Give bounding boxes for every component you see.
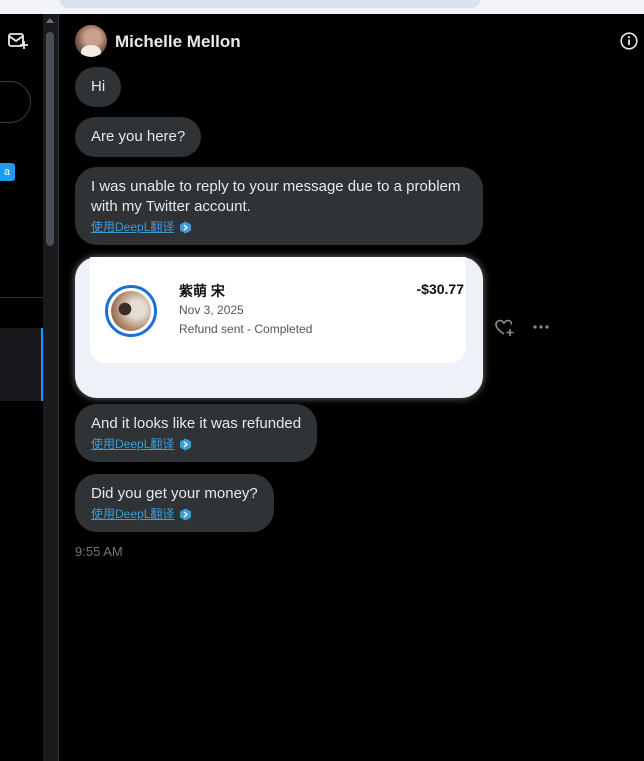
contact-name[interactable]: Michelle Mellon — [115, 32, 241, 52]
browser-tab[interactable] — [60, 0, 480, 8]
payment-recipient-name: 紫萌 宋 — [179, 283, 225, 299]
divider — [0, 297, 43, 298]
scroll-up-arrow[interactable] — [46, 18, 54, 23]
payment-amount: -$30.77 — [416, 281, 464, 297]
status-badge: a — [0, 163, 15, 181]
message-text: Hi — [91, 78, 106, 95]
conversation-list-panel: a — [0, 14, 43, 761]
message-text: I was unable to reply to your message du… — [91, 178, 461, 215]
translate-link[interactable]: 使用DeepL翻译 — [91, 219, 174, 235]
translate-link[interactable]: 使用DeepL翻译 — [91, 436, 174, 452]
message-bubble[interactable]: Are you here? — [75, 117, 202, 157]
search-input[interactable] — [0, 81, 31, 123]
divider — [58, 14, 59, 761]
scrollbar[interactable] — [43, 14, 58, 761]
payment-card-bubble[interactable]: 紫萌 宋 Nov 3, 2025 Refund sent - Completed… — [75, 257, 483, 398]
translate-link[interactable]: 使用DeepL翻译 — [91, 506, 174, 522]
conversation-header: Michelle Mellon — [59, 14, 644, 66]
avatar[interactable] — [75, 25, 107, 57]
browser-top-strip — [0, 0, 644, 14]
message-bubble[interactable]: Hi — [75, 67, 122, 107]
payment-date: Nov 3, 2025 — [179, 303, 244, 317]
deepl-icon[interactable] — [179, 438, 192, 451]
compose-message-icon[interactable] — [8, 32, 28, 50]
info-icon[interactable] — [620, 32, 638, 50]
message-bubble[interactable]: I was unable to reply to your message du… — [75, 167, 483, 245]
scrollbar-thumb[interactable] — [46, 32, 54, 246]
deepl-icon[interactable] — [179, 508, 192, 521]
message-bubble[interactable]: And it looks like it was refunded 使用Deep… — [75, 404, 318, 462]
message-bubble[interactable]: Did you get your money? 使用DeepL翻译 — [75, 474, 274, 532]
heart-plus-icon[interactable] — [495, 319, 515, 337]
payment-status: Refund sent - Completed — [179, 322, 313, 336]
translate-row: 使用DeepL翻译 — [91, 506, 258, 522]
payment-avatar — [105, 285, 157, 337]
more-dots-icon[interactable] — [532, 324, 550, 330]
message-timestamp: 9:55 AM — [75, 544, 123, 559]
deepl-icon[interactable] — [179, 221, 192, 234]
translate-row: 使用DeepL翻译 — [91, 436, 301, 452]
conversation-item-selected[interactable] — [0, 328, 43, 401]
payment-card[interactable]: 紫萌 宋 Nov 3, 2025 Refund sent - Completed… — [90, 257, 466, 363]
message-text: Did you get your money? — [91, 485, 258, 502]
message-text: And it looks like it was refunded — [91, 415, 302, 432]
message-text: Are you here? — [91, 128, 186, 145]
translate-row: 使用DeepL翻译 — [91, 219, 467, 235]
